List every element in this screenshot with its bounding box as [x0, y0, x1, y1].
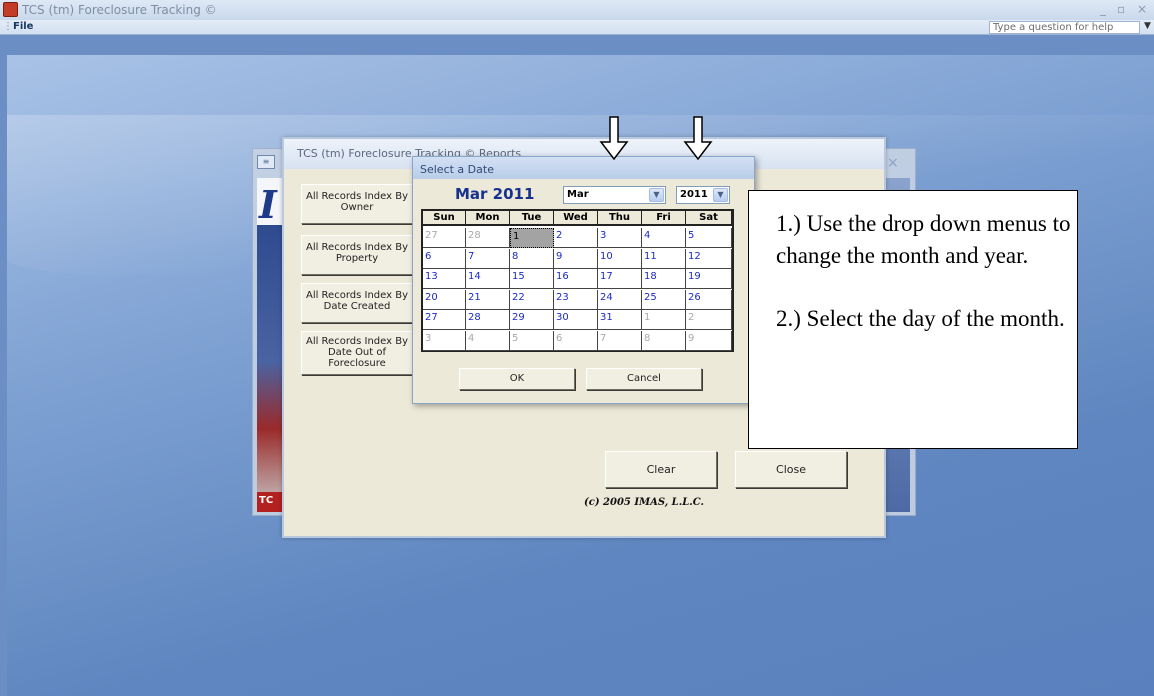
copyright-text: (c) 2005 IMAS, L.L.C. — [584, 497, 704, 508]
weekday-header: Fri — [642, 211, 686, 226]
logo-tc-badge: TC — [257, 492, 285, 512]
calendar-day-cell[interactable]: 4 — [466, 330, 510, 351]
calendar-day-cell[interactable]: 28 — [466, 228, 510, 248]
report-by-owner-button[interactable]: All Records Index By Owner — [301, 184, 413, 224]
calendar-day-cell[interactable]: 22 — [510, 289, 554, 310]
close-icon[interactable]: × — [1137, 2, 1147, 16]
app-title-bar: TCS (tm) Foreclosure Tracking © _ ▫ × — [0, 0, 1154, 20]
report-by-property-button[interactable]: All Records Index By Property — [301, 235, 413, 275]
chevron-down-icon[interactable]: ▼ — [713, 188, 728, 202]
select-date-title: Select a Date — [420, 163, 494, 176]
help-dropdown-icon[interactable]: ▼ — [1144, 21, 1151, 31]
chevron-down-icon[interactable]: ▼ — [649, 188, 664, 202]
ok-button[interactable]: OK — [459, 368, 575, 390]
calendar-day-cell[interactable]: 25 — [642, 289, 686, 310]
calendar-day-cell[interactable]: 5 — [686, 228, 732, 248]
calendar-day-cell[interactable]: 30 — [554, 310, 598, 330]
calendar-day-cell[interactable]: 9 — [686, 330, 732, 351]
calendar-grid: Sun Mon Tue Wed Thu Fri Sat 27 28 1 2 3 4 5 6 7 8 9 10 11 12… — [421, 209, 734, 352]
calendar-day-cell[interactable]: 6 — [554, 330, 598, 351]
calendar-day-cell[interactable]: 8 — [642, 330, 686, 351]
calendar-day-cell[interactable]: 12 — [686, 248, 732, 269]
calendar-day-cell[interactable]: 17 — [598, 269, 642, 289]
calendar-day-cell[interactable]: 26 — [686, 289, 732, 310]
weekday-header: Sat — [686, 211, 732, 226]
calendar-day-cell[interactable]: 15 — [510, 269, 554, 289]
calendar-day-cell[interactable]: 20 — [423, 289, 466, 310]
calendar-day-cell[interactable]: 28 — [466, 310, 510, 330]
file-menu[interactable]: File — [13, 21, 33, 32]
calendar-day-cell[interactable]: 7 — [598, 330, 642, 351]
calendar-day-cell[interactable]: 10 — [598, 248, 642, 269]
callout-step-1: 1.) Use the drop down menus to change th… — [776, 211, 1071, 268]
calendar-day-cell[interactable]: 7 — [466, 248, 510, 269]
instruction-callout: 1.) Use the drop down menus to change th… — [748, 190, 1078, 449]
weekday-header: Tue — [510, 211, 554, 226]
app-title: TCS (tm) Foreclosure Tracking © — [22, 3, 217, 17]
down-arrow-icon — [599, 116, 629, 160]
close-button[interactable]: Close — [735, 451, 847, 488]
weekday-header: Wed — [554, 211, 598, 226]
calendar-day-cell[interactable]: 2 — [686, 310, 732, 330]
calendar-day-cell[interactable]: 3 — [598, 228, 642, 248]
calendar-day-cell[interactable]: 27 — [423, 310, 466, 330]
weekday-header: Thu — [598, 211, 642, 226]
calendar-day-cell[interactable]: 27 — [423, 228, 466, 248]
year-select[interactable]: 2011 ▼ — [676, 186, 730, 204]
calendar-day-cell[interactable]: 8 — [510, 248, 554, 269]
calendar-day-cell[interactable]: 11 — [642, 248, 686, 269]
restore-icon[interactable]: ▫ — [1117, 2, 1125, 16]
calendar-day-cell[interactable]: 31 — [598, 310, 642, 330]
calendar-day-cell[interactable]: 6 — [423, 248, 466, 269]
app-icon — [3, 2, 18, 17]
menu-bar: ⋮ File Type a question for help ▼ — [0, 20, 1154, 35]
calendar-day-cell[interactable]: 5 — [510, 330, 554, 351]
report-by-date-out-button[interactable]: All Records Index By Date Out of Foreclo… — [301, 331, 413, 375]
calendar-day-cell[interactable]: 9 — [554, 248, 598, 269]
calendar-day-cell[interactable]: 13 — [423, 269, 466, 289]
callout-step-2: 2.) Select the day of the month. — [776, 306, 1065, 331]
calendar-day-cell[interactable]: 4 — [642, 228, 686, 248]
calendar-day-cell[interactable]: 24 — [598, 289, 642, 310]
weekday-header: Sun — [423, 211, 466, 226]
minimize-icon[interactable]: _ — [1100, 2, 1106, 16]
menu-grip-icon: ⋮ — [3, 21, 13, 32]
calendar-day-cell[interactable]: 1 — [642, 310, 686, 330]
month-select-value: Mar — [567, 189, 589, 200]
calendar-day-cell[interactable]: 29 — [510, 310, 554, 330]
select-date-title-bar: Select a Date — [413, 157, 754, 179]
cancel-button[interactable]: Cancel — [586, 368, 702, 390]
calendar-day-cell[interactable]: 21 — [466, 289, 510, 310]
form-icon: ≡ — [257, 155, 275, 169]
calendar-day-cell[interactable]: 16 — [554, 269, 598, 289]
year-select-value: 2011 — [680, 189, 708, 200]
down-arrow-icon — [683, 116, 713, 160]
calendar-day-cell[interactable]: 18 — [642, 269, 686, 289]
calendar-day-cell[interactable]: 1 — [510, 228, 554, 248]
clear-button[interactable]: Clear — [605, 451, 717, 488]
month-year-label: Mar 2011 — [455, 185, 535, 203]
report-by-date-created-button[interactable]: All Records Index By Date Created — [301, 283, 413, 323]
calendar-day-cell[interactable]: 3 — [423, 330, 466, 351]
calendar-day-cell[interactable]: 14 — [466, 269, 510, 289]
calendar-day-cell[interactable]: 23 — [554, 289, 598, 310]
logo-letter: I — [259, 182, 277, 227]
calendar-day-cell[interactable]: 2 — [554, 228, 598, 248]
help-search-input[interactable]: Type a question for help — [989, 21, 1140, 34]
background-close-icon[interactable]: × — [887, 155, 899, 171]
month-select[interactable]: Mar ▼ — [563, 186, 666, 204]
weekday-header: Mon — [466, 211, 510, 226]
calendar-day-cell[interactable]: 19 — [686, 269, 732, 289]
